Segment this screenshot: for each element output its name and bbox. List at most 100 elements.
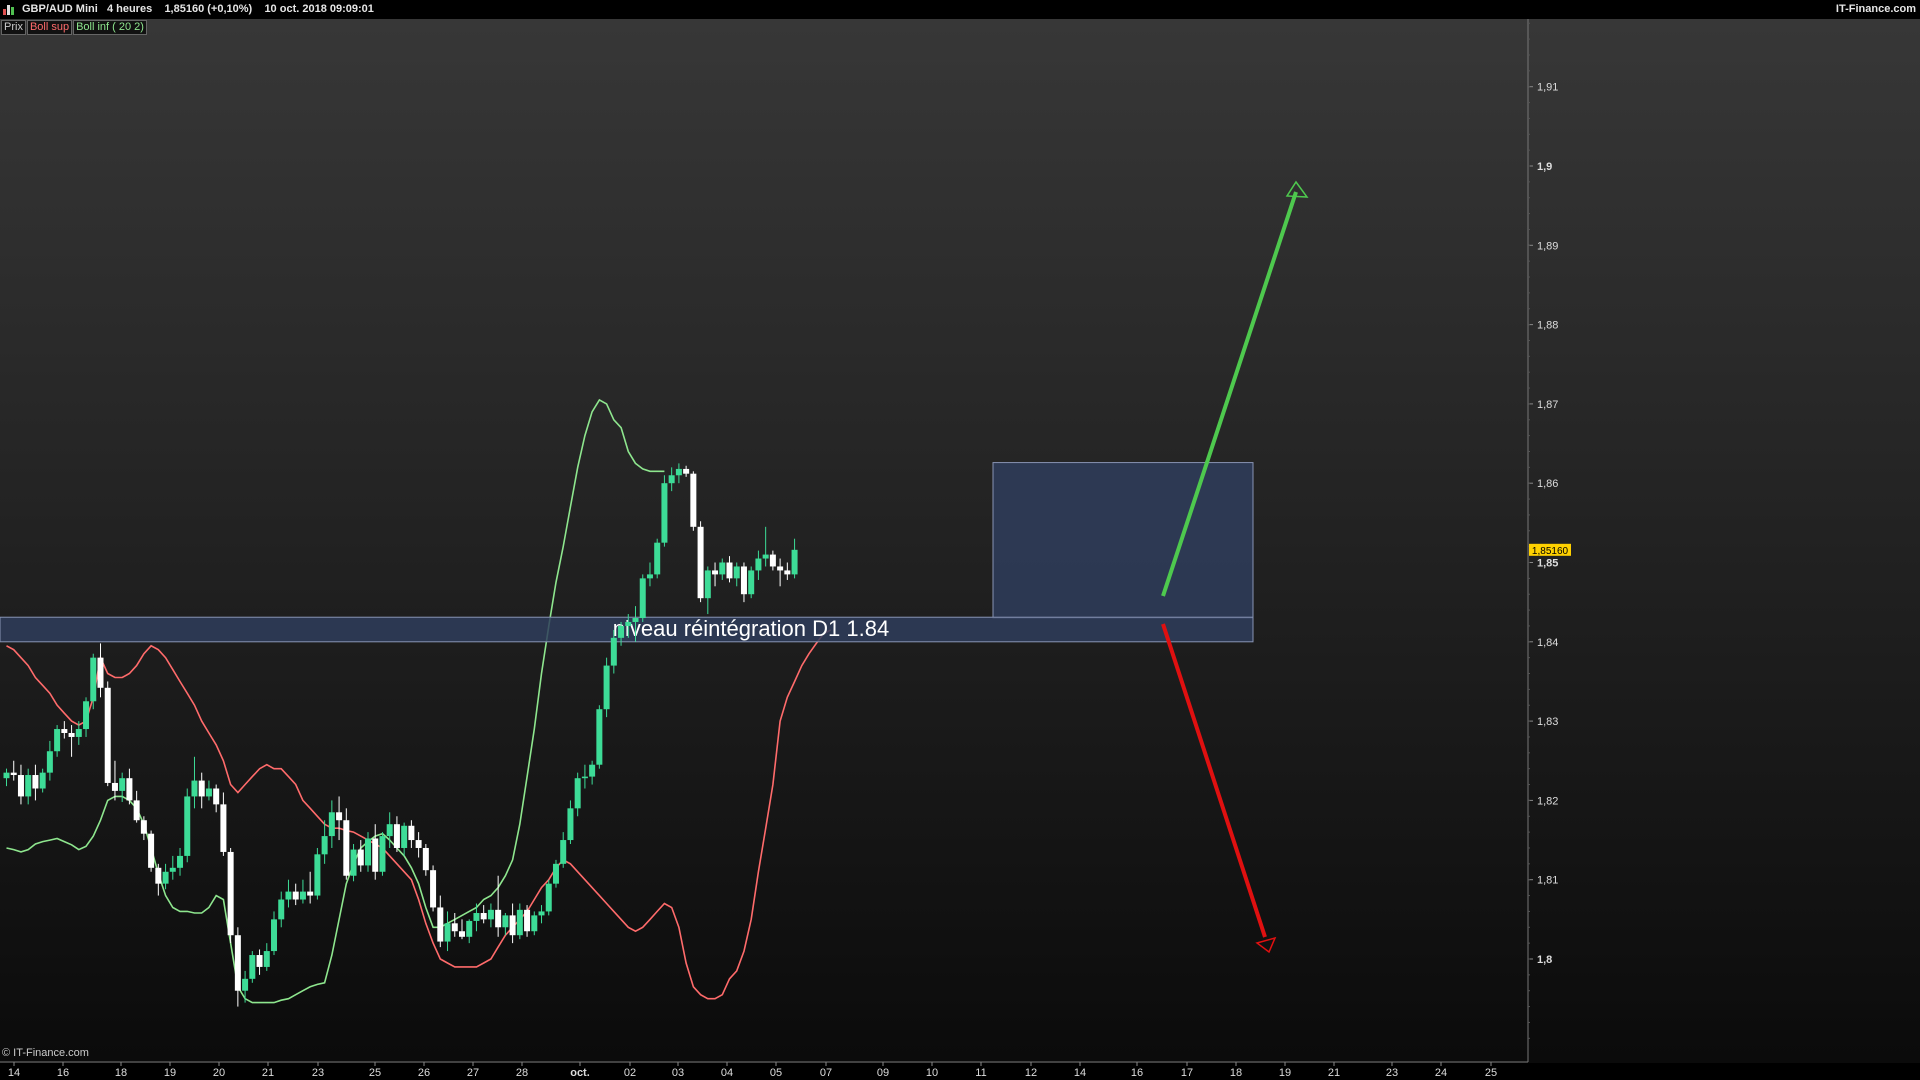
candle-bearish (198, 780, 205, 797)
candle-bullish (675, 468, 682, 476)
candle-bullish (516, 909, 523, 936)
candle-bullish (169, 867, 176, 872)
candle-bullish (242, 978, 249, 991)
x-tick-label: 18 (115, 1067, 127, 1079)
x-axis-band (0, 1063, 1920, 1080)
x-tick-label: 05 (770, 1067, 782, 1079)
candle-bullish (596, 709, 603, 765)
candle-bullish (646, 574, 653, 579)
candle-bullish (552, 863, 559, 884)
header-bar: GBP/AUD Mini 4 heures 1,85160 (+0,10%) 1… (0, 0, 1920, 19)
x-tick-label: 16 (57, 1067, 69, 1079)
axis-layer: 1,8 1,81 1,82 1,83 1,84 1,85 1,86 1,87 1,88 1,89 1… (0, 19, 1920, 1080)
candle-bullish (473, 913, 480, 921)
zone-label: niveau réintégration D1 1.84 (613, 616, 889, 641)
candle-bullish (531, 915, 538, 932)
candle-bearish (213, 788, 220, 805)
candle-bearish (292, 891, 299, 900)
candle-bullish (581, 776, 588, 779)
candle-bearish (68, 732, 75, 737)
candle-bearish (769, 554, 776, 567)
candle-bullish (639, 578, 646, 619)
x-tick-label: 02 (624, 1067, 636, 1079)
x-tick-label: 27 (467, 1067, 479, 1079)
candle-bullish (632, 618, 639, 622)
candle-bullish (191, 780, 198, 797)
candle-bullish (83, 701, 90, 730)
candle-bullish (271, 919, 278, 952)
x-tick-label: oct. (570, 1067, 590, 1079)
x-tick-label: 28 (516, 1067, 528, 1079)
candle-bullish (46, 751, 53, 773)
candle-bearish (690, 473, 697, 527)
y-tick-label: 1,85 (1537, 558, 1558, 570)
candle-bullish (25, 775, 32, 797)
legend-boll-inf[interactable]: Boll inf ( 20 2) (73, 20, 147, 35)
candle-bullish (487, 909, 494, 920)
candle-bullish (350, 849, 357, 876)
candle-bearish (683, 468, 690, 474)
candle-bearish (10, 772, 17, 776)
candle-bullish (401, 825, 408, 848)
candle-bullish (386, 824, 393, 837)
legend-boll-sup[interactable]: Boll sup (26, 20, 73, 35)
x-tick-label: 24 (1435, 1067, 1447, 1079)
candle-bullish (704, 570, 711, 599)
candle-bearish (256, 955, 263, 967)
brand-label[interactable]: IT-Finance.com (1836, 0, 1916, 19)
y-tick-label: 1,88 (1537, 320, 1558, 332)
candle-bearish (357, 849, 364, 866)
x-tick-label: 19 (164, 1067, 176, 1079)
x-tick-label: 23 (312, 1067, 324, 1079)
candle-bearish (61, 729, 68, 733)
candle-bearish (430, 870, 437, 908)
x-tick-label: 10 (926, 1067, 938, 1079)
candle-bearish (155, 867, 162, 884)
bar-chart-icon (3, 5, 14, 15)
bollinger-layer (6, 398, 832, 1004)
candle-bearish (458, 931, 465, 937)
x-tick-label: 04 (721, 1067, 733, 1079)
legend-price[interactable]: Prix (1, 20, 26, 35)
candle-bearish (712, 570, 719, 575)
x-tick-label: 21 (262, 1067, 274, 1079)
legend: Prix Boll sup Boll inf ( 20 2) (1, 20, 148, 35)
y-tick-label: 1,8 (1537, 954, 1552, 966)
candle-bullish (444, 923, 451, 942)
candle-bullish (299, 891, 306, 900)
x-tick-label: 19 (1279, 1067, 1291, 1079)
candle-bearish (234, 935, 241, 991)
x-tick-label: 23 (1386, 1067, 1398, 1079)
candle-bullish (119, 778, 126, 791)
candle-bearish (726, 562, 733, 579)
candle-bearish (133, 800, 140, 821)
consolidation-zone (992, 462, 1254, 619)
y-tick-label: 1,91 (1537, 82, 1558, 94)
candle-bullish (567, 808, 574, 841)
x-tick-label: 25 (369, 1067, 381, 1079)
symbol: GBP/AUD Mini (22, 3, 98, 15)
candle-bullish (466, 920, 473, 937)
x-tick-label: 26 (418, 1067, 430, 1079)
candle-bullish (603, 665, 610, 710)
candle-bullish (755, 558, 762, 571)
instrument-title: GBP/AUD Mini 4 heures 1,85160 (+0,10%) 1… (22, 0, 374, 19)
bearish-scenario-arrow (1161, 623, 1267, 938)
candle-bullish (177, 855, 184, 868)
y-tick-label: 1,84 (1537, 637, 1558, 649)
candle-bearish (509, 915, 516, 936)
candle-bullish (39, 772, 46, 789)
candle-bearish (17, 775, 24, 797)
candle-bearish (415, 840, 422, 848)
candle-bearish (111, 782, 118, 791)
candlestick-chart[interactable]: niveau réintégration D1 1.84 1,8 1,81 1,82… (0, 0, 1920, 1080)
candle-bearish (336, 812, 343, 821)
candle-bearish (372, 838, 379, 872)
x-tick-label: 07 (820, 1067, 832, 1079)
candle-bullish (249, 955, 256, 979)
y-tick-label: 1,83 (1537, 716, 1558, 728)
bearish-arrowhead (1255, 936, 1277, 954)
candle-bullish (733, 566, 740, 579)
candle-bearish (408, 825, 415, 841)
candle-bullish (365, 838, 371, 866)
